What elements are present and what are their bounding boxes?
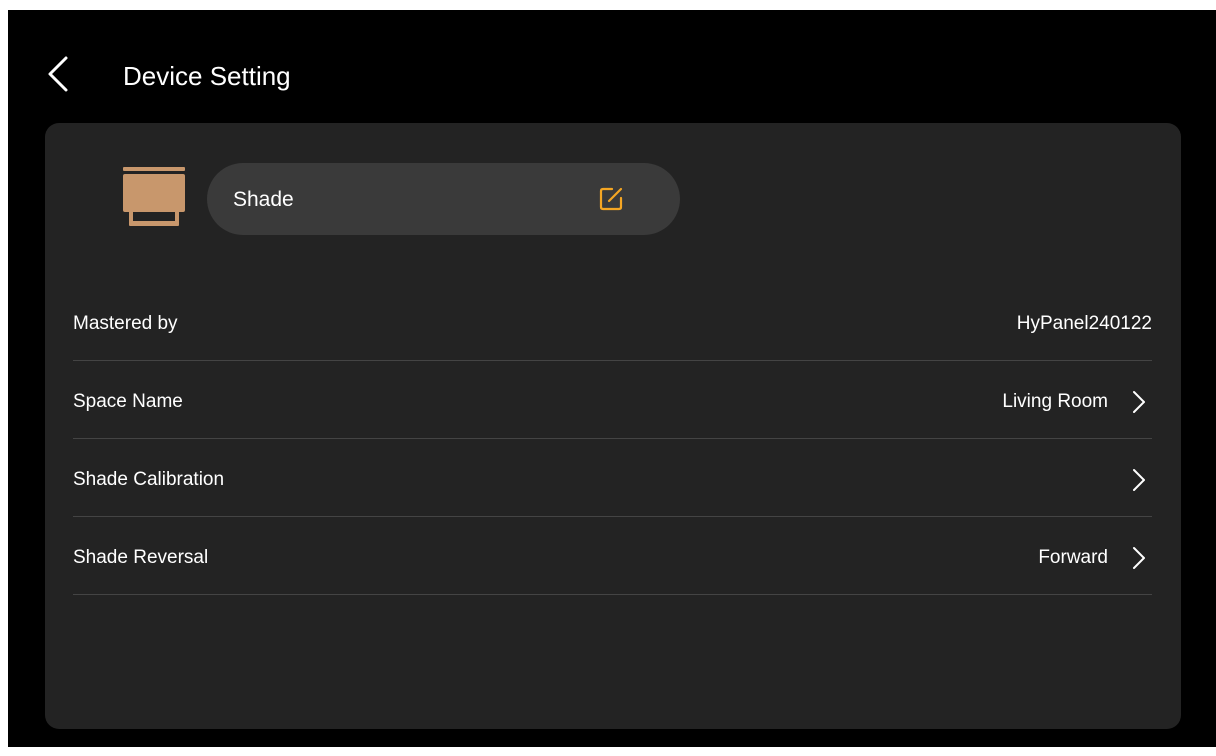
device-name: Shade bbox=[233, 188, 294, 211]
setting-label: Shade Reversal bbox=[73, 547, 209, 568]
settings-card: Shade Mastered by HyPanel240122 Space Na… bbox=[45, 123, 1181, 729]
device-name-field[interactable]: Shade bbox=[207, 163, 680, 235]
setting-label: Space Name bbox=[73, 391, 183, 412]
edit-icon[interactable] bbox=[595, 183, 627, 215]
setting-row-mastered-by: Mastered by HyPanel240122 bbox=[73, 283, 1152, 361]
settings-list: Mastered by HyPanel240122 Space Name Liv… bbox=[73, 283, 1152, 595]
setting-row-shade-reversal[interactable]: Shade Reversal Forward bbox=[73, 517, 1152, 595]
page-title: Device Setting bbox=[123, 61, 291, 91]
device-setting-screen: Device Setting Shade Mastered by HyPanel… bbox=[8, 10, 1216, 747]
chevron-right-icon bbox=[1133, 391, 1145, 413]
setting-label: Mastered by bbox=[73, 313, 178, 334]
setting-value: Forward bbox=[1038, 547, 1108, 568]
chevron-left-icon bbox=[48, 56, 68, 92]
top-bar: Device Setting bbox=[8, 10, 1216, 122]
setting-label: Shade Calibration bbox=[73, 469, 225, 490]
setting-value: Living Room bbox=[1002, 391, 1108, 412]
chevron-right-icon bbox=[1133, 547, 1145, 569]
setting-row-shade-calibration[interactable]: Shade Calibration bbox=[73, 439, 1152, 517]
shade-icon bbox=[121, 165, 187, 229]
setting-value: HyPanel240122 bbox=[1016, 313, 1152, 334]
setting-row-space-name[interactable]: Space Name Living Room bbox=[73, 361, 1152, 439]
chevron-right-icon bbox=[1133, 469, 1145, 491]
back-button[interactable] bbox=[38, 52, 78, 96]
